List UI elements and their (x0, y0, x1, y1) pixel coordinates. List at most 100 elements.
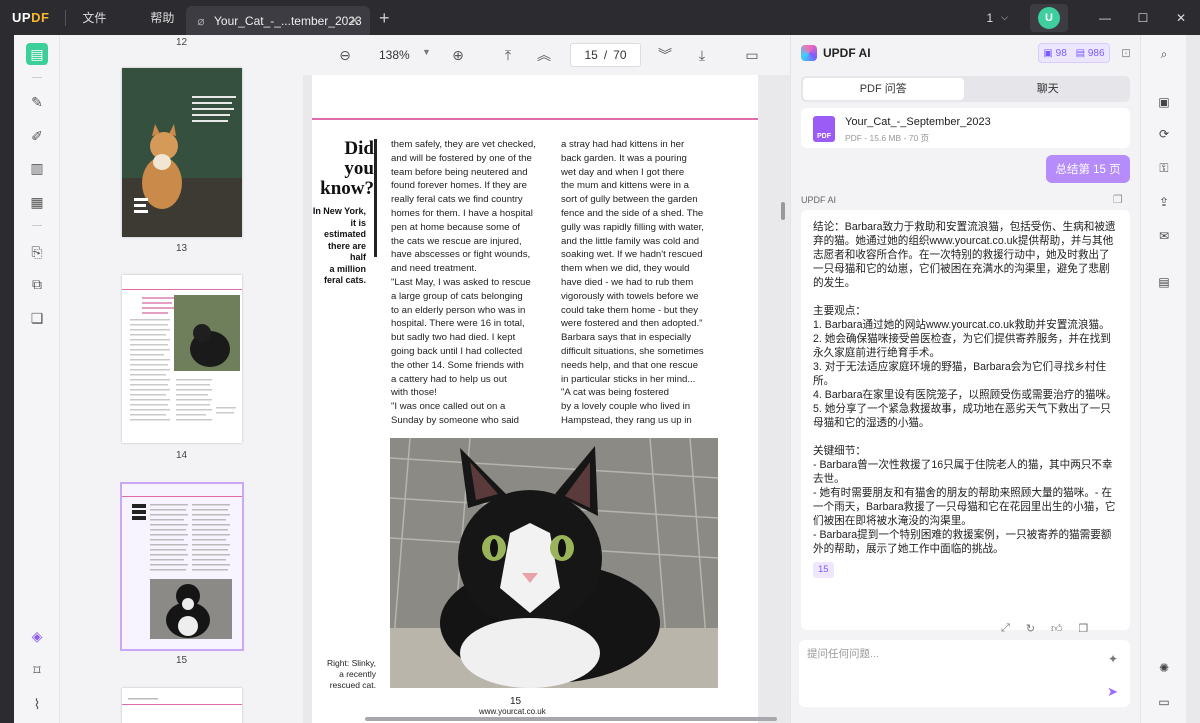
thumbnail-page-16[interactable] (122, 688, 242, 723)
left-edge (0, 35, 14, 723)
crop-icon[interactable]: ⧉ (26, 273, 48, 295)
answer-paragraph: 关键细节： (813, 445, 866, 457)
add-tab-icon[interactable]: + (379, 8, 390, 29)
send-icon[interactable]: ➤ (1107, 684, 1118, 700)
pdf-page: Did you know? In New York, it is estimat… (312, 75, 758, 723)
text-line: a cattery had to help us out (391, 373, 507, 385)
thumbnail-page-14[interactable] (122, 275, 242, 443)
batch-icon[interactable]: ❏ (26, 307, 48, 329)
page-count-dropdown[interactable]: 1 ⌵ (986, 11, 1008, 25)
file-meta: PDF - 15.6 MB - 70 页 (845, 133, 930, 143)
thumbs-up-icon[interactable]: 👍︎ (1051, 622, 1063, 635)
page-number-input[interactable]: 15 / 70 (570, 43, 641, 67)
maximize-icon[interactable]: ☐ (1124, 11, 1162, 25)
document-tab[interactable]: ⌀ Your_Cat_-_...tember_2023 ✕ (186, 6, 370, 35)
save-icon[interactable]: ▤ (1155, 273, 1173, 291)
pdf-file-icon: PDF (813, 116, 835, 142)
text-line: pen at home because some of (391, 221, 521, 233)
ai-response-label: UPDF AI (801, 195, 837, 205)
lightbulb-icon[interactable]: ✦ (1108, 652, 1118, 666)
toolbar-divider (32, 225, 42, 226)
black-white-cat-illustration (390, 438, 718, 688)
form-icon[interactable]: ▦ (26, 191, 48, 213)
first-page-icon[interactable]: ⤒ (499, 46, 517, 64)
bookmark-icon[interactable]: ⌑ (26, 659, 48, 681)
text-line: Hampstead, they rang us up in (561, 414, 692, 426)
text-line: difficult situations, she sometimes (561, 345, 704, 357)
vertical-scrollbar[interactable] (781, 202, 785, 220)
right-edge (1186, 35, 1200, 723)
ask-input[interactable] (807, 648, 1077, 660)
copy-answer-icon[interactable]: ❐ (1079, 622, 1089, 635)
tab-chat[interactable]: 聊天 (968, 78, 1129, 100)
email-icon[interactable]: ✉ (1155, 227, 1173, 245)
ai-assistant-icon[interactable]: ✺ (1155, 659, 1173, 677)
text-line: Barbara says that in especially (561, 332, 692, 344)
copy-icon[interactable]: ❐ (1113, 193, 1123, 206)
thumbnail-page-13[interactable] (122, 68, 242, 237)
text-line: and will be fostered by one of the (391, 152, 532, 164)
ai-title: UPDF AI (823, 46, 871, 60)
text-line: have died - we had to rub them (561, 276, 694, 288)
page-number-footer: 15 (510, 696, 522, 707)
reader-mode-icon[interactable]: ▤ (26, 43, 48, 65)
title-separator (65, 9, 67, 26)
presentation-icon[interactable]: ▭ (743, 46, 761, 64)
tab-pdf-qa[interactable]: PDF 问答 (803, 78, 964, 100)
layers-icon[interactable]: ◈ (26, 625, 48, 647)
edit-pdf-icon[interactable]: ✐ (26, 125, 48, 147)
menu-file[interactable]: 文件 (82, 9, 106, 26)
convert-file-icon[interactable]: ⟳ (1155, 125, 1173, 143)
text-line: by a lovely couple who lived in (561, 401, 691, 413)
text-line: the cats we rescue are injured, (391, 235, 522, 247)
horizontal-scrollbar[interactable] (365, 717, 777, 721)
ai-credits[interactable]: ▣ 98 ▤ 986 (1038, 43, 1110, 63)
tab-close-icon[interactable]: ✕ (349, 13, 360, 29)
text-line: homes for them. I have a hospital (391, 207, 533, 219)
document-canvas: Did you know? In New York, it is estimat… (303, 75, 790, 723)
zoom-out-icon[interactable]: ⊖ (336, 46, 354, 64)
thumbnail-panel: 12 13 14 15 (60, 35, 303, 723)
answer-gap (813, 430, 1118, 444)
ocr-icon[interactable]: ▣ (1155, 93, 1173, 111)
current-page: 15 (584, 48, 598, 62)
attachment-icon[interactable]: ⌇ (26, 693, 48, 715)
previous-page-icon[interactable]: ︽ (535, 46, 553, 64)
share-icon[interactable]: ⇪ (1155, 193, 1173, 211)
thumbnail-page-15[interactable] (120, 482, 244, 651)
zoom-in-icon[interactable]: ⊕ (449, 46, 467, 64)
website-footer: www.yourcat.co.uk (479, 707, 546, 716)
ai-logo-icon (801, 45, 817, 61)
menu-help[interactable]: 帮助 (150, 9, 174, 26)
zoom-dropdown-icon[interactable]: ▼ (422, 47, 431, 57)
chat-icon[interactable]: ▭ (1155, 693, 1173, 711)
comment-icon[interactable]: ✎ (26, 91, 48, 113)
close-window-icon[interactable]: ✕ (1162, 11, 1200, 25)
text-line: in particular sticks in her mind... (561, 373, 696, 385)
search-icon[interactable]: ⌕ (1155, 45, 1173, 63)
minimize-icon[interactable]: — (1086, 11, 1124, 25)
text-line: with those! (391, 387, 437, 399)
chevron-down-icon: ⌵ (1001, 12, 1008, 22)
app-logo: UPDF (12, 10, 50, 25)
avatar-button[interactable]: U (1030, 3, 1068, 32)
page-reference-badge[interactable]: 15 (813, 562, 834, 578)
zoom-level[interactable]: 138% (379, 48, 410, 62)
convert-icon[interactable]: ⎘ (26, 241, 48, 263)
lock-icon[interactable]: ⊡ (1121, 46, 1131, 60)
text-line: could take them home - but they (561, 304, 699, 316)
text-line: "Last May, I was asked to rescue (391, 276, 531, 288)
text-line: Sunday by someone who said (391, 414, 519, 426)
right-toolbar: ⌕ ▣ ⟳ ⚿ ⇪ ✉ ▤ ✺ ▭ (1140, 35, 1186, 723)
organize-pages-icon[interactable]: ▥ (26, 157, 48, 179)
answer-paragraph: 1. Barbara通过她的网站www.yourcat.co.uk救助并安置流浪… (813, 319, 1110, 331)
expand-icon[interactable]: ⤢ (1001, 622, 1010, 635)
last-page-icon[interactable]: ⤓ (693, 46, 711, 64)
text-line: the mum and kittens were in a (561, 180, 689, 192)
next-page-icon[interactable]: ︾ (656, 46, 674, 64)
thumbnail-page-number: 12 (175, 37, 188, 48)
regenerate-icon[interactable]: ↻ (1026, 622, 1035, 635)
text-line: and need treatment. (391, 263, 477, 275)
file-card[interactable]: PDF Your_Cat_-_September_2023 PDF - 15.6… (801, 108, 1130, 148)
protect-icon[interactable]: ⚿ (1155, 159, 1173, 177)
